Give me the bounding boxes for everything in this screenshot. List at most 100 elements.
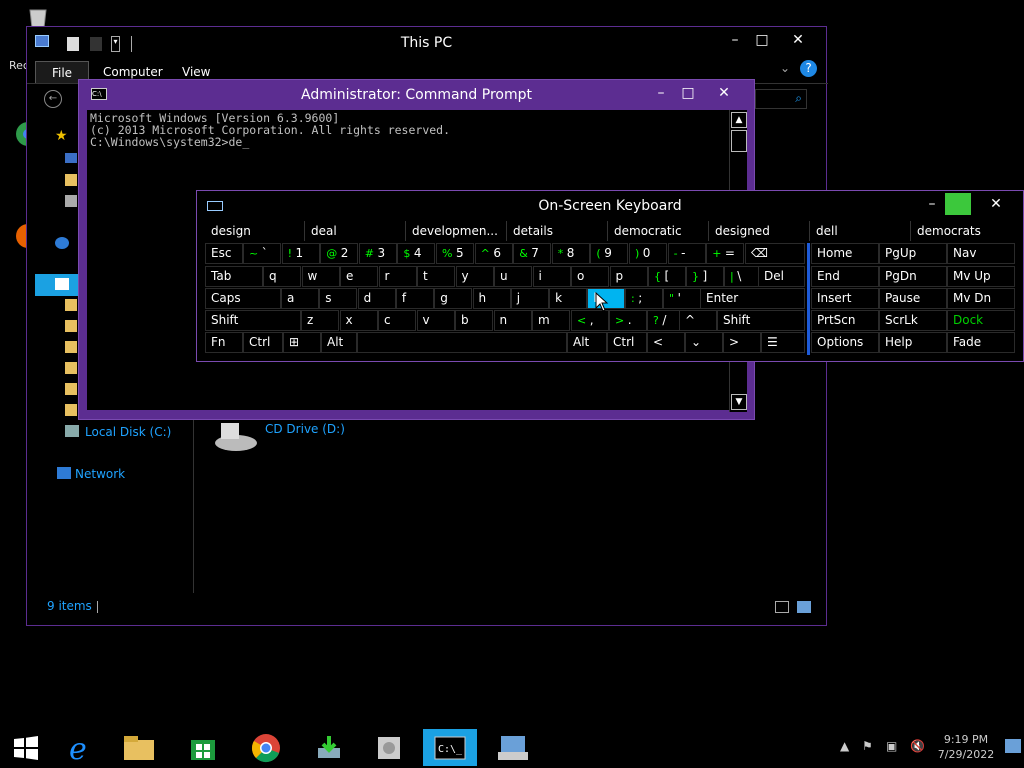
volume-muted-icon[interactable]: 🔇 bbox=[910, 739, 925, 753]
key-][interactable]: } ] bbox=[686, 266, 724, 287]
key-1[interactable]: ! 1 bbox=[281, 243, 320, 264]
folder-nav-icon[interactable] bbox=[65, 383, 77, 395]
explorer-maximize-button[interactable]: □ bbox=[747, 31, 777, 49]
key-j[interactable]: j bbox=[510, 288, 549, 309]
nav-network[interactable]: Network bbox=[75, 467, 125, 481]
cd-drive-label[interactable]: CD Drive (D:) bbox=[265, 422, 345, 436]
key-windows[interactable]: ⊞ bbox=[283, 332, 321, 353]
key-home[interactable]: Home bbox=[811, 243, 879, 264]
key-o[interactable]: o bbox=[571, 266, 609, 287]
key-e[interactable]: e bbox=[340, 266, 378, 287]
scroll-thumb[interactable] bbox=[731, 130, 747, 152]
show-hidden-icons[interactable]: ▲ bbox=[840, 739, 849, 753]
key-ctrl-left[interactable]: Ctrl bbox=[243, 332, 283, 353]
key-options[interactable]: Options bbox=[811, 332, 879, 353]
key-quote[interactable]: " ' bbox=[663, 288, 701, 309]
key-alt-left[interactable]: Alt bbox=[321, 332, 357, 353]
key-k[interactable]: k bbox=[549, 288, 588, 309]
search-box[interactable]: ⌕ bbox=[755, 89, 807, 109]
key-x[interactable]: x bbox=[339, 310, 378, 331]
explorer-minimize-button[interactable]: – bbox=[720, 31, 750, 49]
cmd-titlebar[interactable]: C:\ Administrator: Command Prompt – □ ✕ bbox=[79, 80, 754, 108]
key-m[interactable]: m bbox=[532, 310, 570, 331]
arrow-right-key[interactable]: > bbox=[723, 332, 761, 353]
suggestion-item[interactable]: details bbox=[507, 221, 608, 241]
homegroup-icon[interactable] bbox=[55, 237, 69, 249]
key-t[interactable]: t bbox=[417, 266, 455, 287]
desktop-nav-icon[interactable] bbox=[65, 153, 77, 163]
key-g[interactable]: g bbox=[434, 288, 473, 309]
key-0[interactable]: ) 0 bbox=[629, 243, 667, 264]
action-center-flag-icon[interactable]: ⚑ bbox=[862, 739, 873, 753]
cmd-close-button[interactable]: ✕ bbox=[709, 84, 739, 102]
key-p[interactable]: p bbox=[609, 266, 648, 287]
large-icons-view-icon[interactable] bbox=[797, 601, 811, 613]
key-nav[interactable]: Nav bbox=[947, 243, 1015, 264]
key-end[interactable]: End bbox=[811, 266, 879, 287]
key-w[interactable]: w bbox=[301, 266, 340, 287]
key-mvup[interactable]: Mv Up bbox=[947, 266, 1015, 287]
key-=[interactable]: + = bbox=[706, 243, 745, 264]
key-5[interactable]: % 5 bbox=[436, 243, 474, 264]
key-v[interactable]: v bbox=[416, 310, 455, 331]
suggestion-item[interactable]: deal bbox=[305, 221, 406, 241]
suggestion-item[interactable]: democratic bbox=[608, 221, 709, 241]
key-7[interactable]: & 7 bbox=[513, 243, 552, 264]
suggestion-item[interactable]: dell bbox=[810, 221, 911, 241]
explorer-titlebar[interactable]: ▾ This PC – □ ✕ bbox=[27, 27, 826, 59]
key-insert[interactable]: Insert bbox=[811, 288, 879, 309]
key-y[interactable]: y bbox=[455, 266, 494, 287]
key-[[interactable]: { [ bbox=[648, 266, 686, 287]
chrome-taskbar-icon[interactable] bbox=[240, 729, 292, 766]
scroll-up-button[interactable]: ▲ bbox=[731, 112, 747, 128]
key-fade[interactable]: Fade bbox=[947, 332, 1015, 353]
osk-close-button[interactable]: ✕ bbox=[981, 195, 1011, 213]
key-2[interactable]: @ 2 bbox=[320, 243, 359, 264]
cmd-maximize-button[interactable]: □ bbox=[673, 84, 703, 102]
help-icon[interactable]: ? bbox=[800, 60, 817, 77]
recent-nav-icon[interactable] bbox=[65, 195, 77, 207]
key-c[interactable]: c bbox=[378, 310, 416, 331]
nav-local-disk[interactable]: Local Disk (C:) bbox=[85, 425, 171, 439]
key-u[interactable]: u bbox=[494, 266, 532, 287]
arrow-left-key[interactable]: < bbox=[647, 332, 685, 353]
keyboard-tray-icon[interactable] bbox=[1005, 739, 1021, 753]
key-n[interactable]: n bbox=[493, 310, 532, 331]
key-9[interactable]: ( 9 bbox=[590, 243, 629, 264]
key-f[interactable]: f bbox=[395, 288, 434, 309]
key-q[interactable]: q bbox=[263, 266, 301, 287]
osk-minimize-button[interactable]: – bbox=[917, 195, 947, 213]
key-alt-right[interactable]: Alt bbox=[567, 332, 607, 353]
key-menu[interactable]: ☰ bbox=[761, 332, 805, 353]
cd-drive-icon[interactable] bbox=[213, 419, 259, 453]
key-del[interactable]: Del bbox=[758, 266, 805, 287]
key-enter[interactable]: Enter bbox=[700, 288, 805, 309]
key-6[interactable]: ^ 6 bbox=[474, 243, 513, 264]
on-screen-keyboard-taskbar-icon[interactable] bbox=[487, 729, 539, 766]
store-taskbar-icon[interactable] bbox=[177, 729, 229, 766]
key-space[interactable] bbox=[357, 332, 567, 353]
key-esc[interactable]: Esc bbox=[205, 243, 243, 264]
key-prtscn[interactable]: PrtScn bbox=[811, 310, 879, 331]
osk-maximize-button[interactable] bbox=[945, 193, 971, 215]
folder-nav-icon[interactable] bbox=[65, 341, 77, 353]
cmd-minimize-button[interactable]: – bbox=[646, 84, 676, 102]
key-`[interactable]: ~ ` bbox=[243, 243, 281, 264]
key-h[interactable]: h bbox=[472, 288, 511, 309]
download-app-taskbar-icon[interactable] bbox=[303, 729, 355, 766]
arrow-down-key[interactable]: ⌄ bbox=[685, 332, 723, 353]
folder-nav-icon[interactable] bbox=[65, 404, 77, 416]
suggestion-item[interactable]: developmen... bbox=[406, 221, 507, 241]
arrow-up-key[interactable]: ^ bbox=[679, 310, 717, 331]
details-view-icon[interactable] bbox=[775, 601, 789, 613]
key-scrlk[interactable]: ScrLk bbox=[879, 310, 947, 331]
key-pgup[interactable]: PgUp bbox=[879, 243, 947, 264]
disk-app-taskbar-icon[interactable] bbox=[363, 729, 415, 766]
key-dock[interactable]: Dock bbox=[947, 310, 1015, 331]
internet-explorer-taskbar-icon[interactable]: e bbox=[55, 729, 107, 766]
clock[interactable]: 9:19 PM 7/29/2022 bbox=[936, 732, 996, 762]
favorites-star-icon[interactable]: ★ bbox=[55, 128, 68, 144]
downloads-nav-icon[interactable] bbox=[65, 174, 77, 186]
key--[interactable]: - - bbox=[667, 243, 706, 264]
network-tray-icon[interactable]: ▣ bbox=[886, 739, 897, 753]
